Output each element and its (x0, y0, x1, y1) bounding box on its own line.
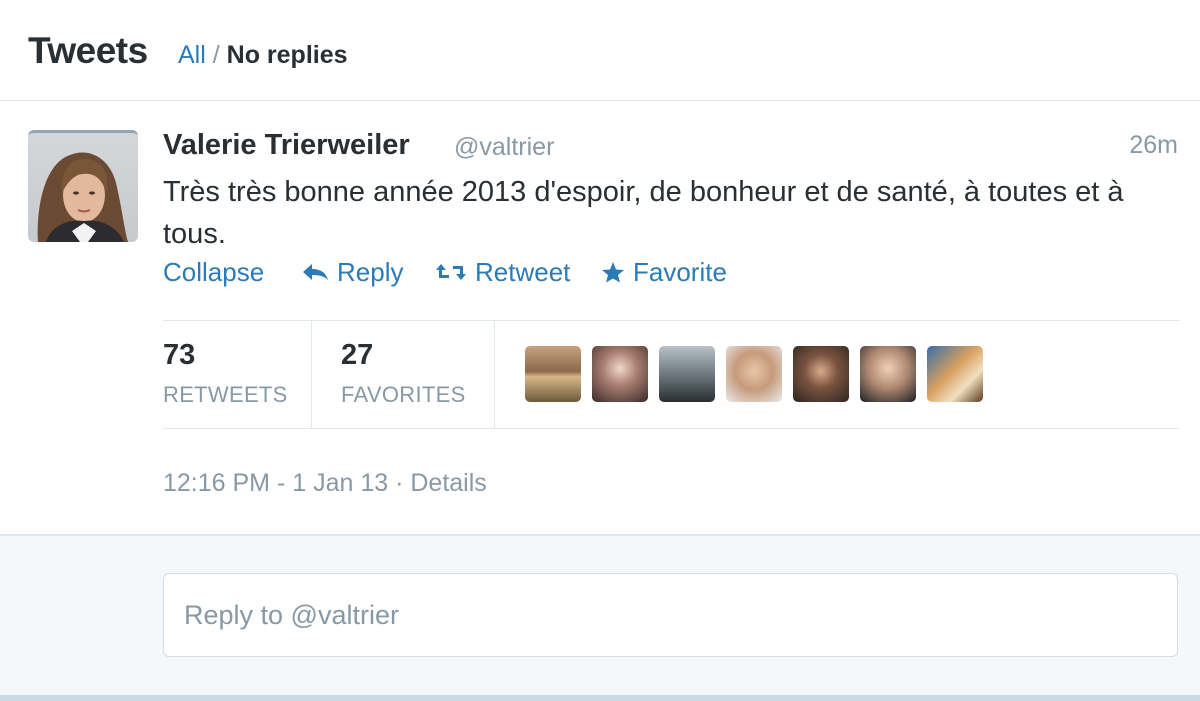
collapse-link[interactable]: Collapse (163, 257, 264, 288)
author-name[interactable]: Valerie Trierweiler (163, 129, 410, 162)
favoriter-avatar[interactable] (793, 346, 849, 402)
bottom-edge (0, 695, 1200, 701)
retweet-label: Retweet (475, 257, 571, 287)
retweet-icon (436, 264, 466, 281)
favorites-stat[interactable]: 27 FAVORITES (341, 339, 466, 408)
favoriter-avatar[interactable] (659, 346, 715, 402)
meta-dot: · (395, 469, 404, 497)
author-handle[interactable]: @valtrier (454, 133, 554, 162)
reply-area (0, 534, 1200, 701)
favoriter-avatar[interactable] (927, 346, 983, 402)
reply-button[interactable]: Reply (301, 257, 403, 288)
retweets-stat[interactable]: 73 RETWEETS (163, 339, 288, 408)
favorites-label: FAVORITES (341, 382, 466, 407)
collapse-label: Collapse (163, 257, 265, 287)
reply-label: Reply (337, 257, 404, 287)
stats-divider (311, 321, 312, 428)
favoriter-avatar[interactable] (592, 346, 648, 402)
stats-divider (494, 321, 495, 428)
tweet-item[interactable]: Valerie Trierweiler @valtrier 26m Très t… (0, 101, 1200, 534)
retweets-label: RETWEETS (163, 382, 288, 407)
details-link[interactable]: Details (410, 469, 486, 497)
reply-box[interactable] (163, 573, 1178, 657)
reply-input[interactable] (164, 574, 1177, 656)
filter-separator: / (212, 41, 220, 69)
favorites-count: 27 (341, 339, 374, 371)
tweet-datetime[interactable]: 12:16 PM - 1 Jan 13 (163, 469, 388, 497)
filter-no-replies: No replies (226, 41, 348, 69)
stream-header: Tweets All / No replies (0, 0, 1200, 101)
favoriter-avatar[interactable] (860, 346, 916, 402)
favoriter-avatar[interactable] (525, 346, 581, 402)
star-icon (602, 262, 624, 283)
avatar[interactable] (28, 130, 138, 242)
filter-all-link[interactable]: All (178, 41, 206, 69)
stats-divider-top (163, 320, 1180, 321)
tweet-meta: 12:16 PM - 1 Jan 13 · Details (163, 469, 487, 498)
retweets-count: 73 (163, 339, 196, 371)
stream-filters: All / No replies (178, 41, 348, 70)
page-title: Tweets (28, 30, 148, 71)
tweet-timestamp[interactable]: 26m (1129, 131, 1178, 160)
reply-arrow-icon (303, 264, 328, 281)
stats-divider-bottom (163, 428, 1180, 429)
favoriter-avatar[interactable] (726, 346, 782, 402)
favorite-button[interactable]: Favorite (601, 257, 727, 288)
favorite-label: Favorite (633, 257, 727, 287)
retweet-button[interactable]: Retweet (435, 257, 570, 288)
tweet-text: Très très bonne année 2013 d'espoir, de … (163, 176, 1124, 250)
